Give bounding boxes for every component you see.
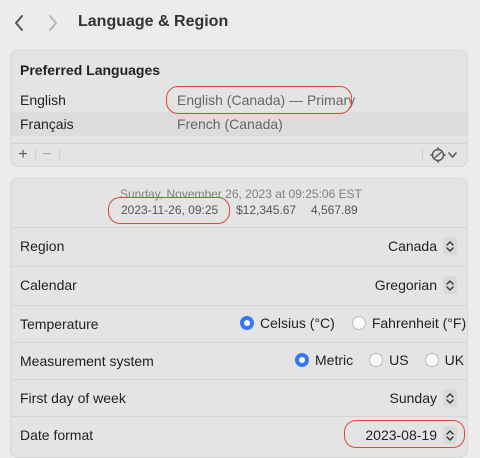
language-row-francais[interactable]: Français French (Canada) — [11, 112, 467, 136]
toolbar-divider — [35, 149, 36, 161]
metric-option[interactable]: Metric — [295, 352, 353, 368]
region-value: Canada — [387, 238, 437, 254]
date-format-row: Date format 2023-08-19 — [11, 416, 467, 454]
window-title: Language & Region — [78, 13, 229, 30]
first-day-label: First day of week — [20, 390, 126, 406]
uk-option[interactable]: UK — [424, 352, 465, 368]
fahrenheit-radio[interactable] — [351, 316, 366, 330]
preview-number: 4,567.89 — [311, 203, 358, 217]
preview-short-date: 2023-11-26, 09:25 — [121, 203, 219, 217]
back-button[interactable] — [8, 12, 30, 34]
window-toolbar: Language & Region — [0, 0, 480, 48]
toolbar-divider — [422, 149, 423, 161]
celsius-label: Celsius (°C) — [260, 315, 335, 331]
first-day-value: Sunday — [389, 390, 437, 406]
metric-radio[interactable] — [295, 353, 309, 367]
us-radio[interactable] — [369, 353, 384, 367]
language-description: English (Canada) — Primary — [177, 92, 356, 108]
chevron-down-icon — [447, 152, 457, 158]
calendar-label: Calendar — [20, 277, 77, 293]
uk-label: UK — [444, 352, 465, 368]
language-action-menu-button[interactable] — [427, 146, 459, 164]
updown-chevron-icon — [443, 426, 457, 444]
measurement-radio-group: Metric US UK — [295, 352, 464, 368]
updown-chevron-icon — [443, 237, 457, 255]
date-format-popup[interactable]: 2023-08-19 — [365, 424, 457, 446]
fahrenheit-label: Fahrenheit (°F) — [371, 315, 467, 331]
toolbar-divider — [59, 149, 60, 161]
updown-chevron-icon — [443, 389, 457, 407]
uk-radio[interactable] — [424, 353, 439, 367]
metric-label: Metric — [315, 352, 354, 368]
preview-currency: $12,345.67 — [236, 203, 297, 217]
languages-list-toolbar: + − — [11, 143, 467, 167]
updown-chevron-icon — [443, 276, 457, 294]
fahrenheit-option[interactable]: Fahrenheit (°F) — [351, 315, 467, 331]
celsius-option[interactable]: Celsius (°C) — [240, 315, 335, 331]
preferred-languages-header: Preferred Languages — [20, 62, 161, 78]
calendar-row: Calendar Gregorian — [11, 266, 467, 304]
first-day-popup[interactable]: Sunday — [390, 387, 457, 409]
calendar-popup[interactable]: Gregorian — [375, 274, 457, 296]
gear-icon — [429, 147, 446, 163]
format-preview: Sunday, November 26, 2023 at 09:25:06 ES… — [11, 179, 467, 225]
forward-button[interactable] — [42, 12, 64, 34]
language-row-english[interactable]: English English (Canada) — Primary — [11, 88, 467, 112]
preview-full-date: Sunday, November 26, 2023 at 09:25:06 ES… — [120, 187, 362, 201]
first-day-row: First day of week Sunday — [11, 379, 467, 417]
temperature-label: Temperature — [20, 316, 99, 332]
celsius-radio[interactable] — [240, 316, 254, 330]
preferred-languages-card: Preferred Languages English English (Can… — [10, 50, 468, 167]
add-language-button[interactable]: + — [13, 145, 33, 165]
language-description: French (Canada) — [177, 116, 283, 132]
temperature-row: Temperature Celsius (°C) Fahrenheit (°F) — [11, 305, 467, 343]
chevron-left-icon — [15, 15, 23, 31]
temperature-radio-group: Celsius (°C) Fahrenheit (°F) — [240, 315, 466, 331]
date-format-value: 2023-08-19 — [365, 427, 437, 443]
region-row: Region Canada — [11, 227, 467, 265]
chevron-right-icon — [49, 15, 57, 31]
region-settings-card: Sunday, November 26, 2023 at 09:25:06 ES… — [10, 178, 468, 458]
region-popup[interactable]: Canada — [388, 235, 457, 257]
us-label: US — [389, 352, 409, 368]
language-name: Français — [20, 116, 74, 132]
calendar-value: Gregorian — [374, 277, 437, 293]
us-option[interactable]: US — [369, 352, 409, 368]
measurement-label: Measurement system — [20, 353, 154, 369]
region-label: Region — [20, 238, 65, 254]
date-format-label: Date format — [20, 427, 94, 443]
measurement-row: Measurement system Metric US UK — [11, 342, 467, 380]
remove-language-button[interactable]: − — [37, 145, 57, 165]
language-name: English — [20, 92, 66, 108]
